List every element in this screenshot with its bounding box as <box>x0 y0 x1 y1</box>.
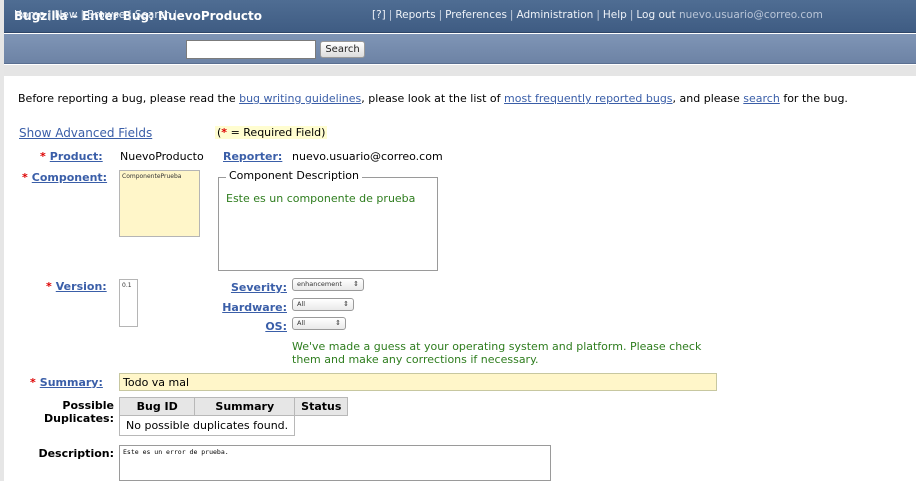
reporter-label-link[interactable]: Reporter: <box>223 150 282 163</box>
hardware-select[interactable]: All ⇕ <box>292 298 354 311</box>
intro-part: , please look at the list of <box>361 92 505 105</box>
intro-part: , and please <box>672 92 744 105</box>
component-option[interactable]: ComponentePrueba <box>120 171 199 182</box>
quick-search-button[interactable]: Search <box>320 41 365 58</box>
severity-label: Severity: <box>227 281 287 294</box>
nav-browse[interactable]: Browse <box>87 9 125 21</box>
nav-preferences[interactable]: Preferences <box>445 9 507 21</box>
nav-bar <box>4 34 916 64</box>
description-label: Description: <box>38 447 114 460</box>
required-star: * <box>22 171 28 184</box>
dup-header-bug-id: Bug ID <box>118 397 196 416</box>
summary-label-link[interactable]: Summary: <box>40 376 103 389</box>
nav-help[interactable]: Help <box>603 9 627 21</box>
dup-header-summary: Summary <box>194 397 296 416</box>
nav-reports[interactable]: Reports <box>395 9 435 21</box>
required-note-text: = Required Field) <box>230 126 326 139</box>
os-value: All <box>297 319 306 327</box>
duplicates-header-row: Bug ID Summary Status <box>118 397 349 416</box>
nav-logout[interactable]: Log out <box>636 9 675 21</box>
hardware-value: All <box>297 300 306 308</box>
duplicates-table: Bug ID Summary Status No possible duplic… <box>118 397 349 436</box>
dup-empty-message: No possible duplicates found. <box>118 415 296 436</box>
header-separator <box>4 65 916 76</box>
product-value: NuevoProducto <box>120 150 204 163</box>
required-star: * <box>40 150 46 163</box>
search-link[interactable]: search <box>743 92 780 105</box>
select-arrows-icon: ⇕ <box>353 280 359 288</box>
description-textarea[interactable]: Este es un error de prueba. <box>119 445 551 481</box>
component-label: * Component: <box>22 171 107 184</box>
reporter-value: nuevo.usuario@correo.com <box>292 150 443 163</box>
required-star: * <box>46 280 52 293</box>
version-label-link[interactable]: Version: <box>56 280 107 293</box>
summary-input[interactable]: Todo va mal <box>119 373 717 391</box>
severity-select[interactable]: enhancement ⇕ <box>292 278 364 291</box>
nav-links-right: [?] | Reports | Preferences | Administration | H… <box>372 9 823 21</box>
select-arrows-icon: ⇕ <box>343 300 349 308</box>
nav-links-left: Home | New | Browse | Search | <box>14 9 178 21</box>
reporter-label: Reporter: <box>223 150 282 163</box>
required-field-note: (* = Required Field) <box>215 126 328 139</box>
component-description-legend: Component Description <box>226 169 363 182</box>
intro-part: for the bug. <box>779 92 848 105</box>
component-description-text: Este es un componente de prueba <box>226 192 416 205</box>
bug-writing-guidelines-link[interactable]: bug writing guidelines <box>239 92 361 105</box>
component-label-link[interactable]: Component: <box>32 171 107 184</box>
required-star: * <box>221 126 228 139</box>
nav-user-email: nuevo.usuario@correo.com <box>679 9 823 21</box>
platform-guess-note: We've made a guess at your operating sys… <box>292 340 702 366</box>
quick-search-input[interactable] <box>186 40 316 59</box>
version-select[interactable]: 0.1 <box>119 279 138 327</box>
nav-administration[interactable]: Administration <box>516 9 593 21</box>
hardware-label-link[interactable]: Hardware: <box>222 301 287 314</box>
dup-header-status: Status <box>294 397 349 416</box>
os-select[interactable]: All ⇕ <box>292 317 346 330</box>
version-label: * Version: <box>46 280 107 293</box>
intro-part: Before reporting a bug, please read the <box>18 92 240 105</box>
nav-search[interactable]: Search <box>135 9 171 21</box>
frequent-bugs-link[interactable]: most frequently reported bugs <box>504 92 673 105</box>
possible-duplicates-label: Possible Duplicates: <box>44 399 114 425</box>
hardware-label: Hardware: <box>214 301 287 314</box>
nav-home[interactable]: Home <box>14 9 45 21</box>
product-label: * Product: <box>40 150 103 163</box>
version-option[interactable]: 0.1 <box>120 280 137 291</box>
intro-text: Before reporting a bug, please read the … <box>18 92 898 106</box>
severity-label-link[interactable]: Severity: <box>231 281 287 294</box>
nav-search-help[interactable]: [?] <box>372 9 386 21</box>
required-star: * <box>30 376 36 389</box>
nav-new[interactable]: New <box>55 9 78 21</box>
product-label-link[interactable]: Product: <box>50 150 103 163</box>
component-select[interactable]: ComponentePrueba <box>119 170 200 237</box>
os-label-link[interactable]: OS: <box>265 320 287 333</box>
summary-label: * Summary: <box>30 376 103 389</box>
select-arrows-icon: ⇕ <box>335 319 341 327</box>
os-label: OS: <box>254 320 287 333</box>
show-advanced-fields-link[interactable]: Show Advanced Fields <box>19 126 152 140</box>
dup-empty-cell <box>295 416 348 436</box>
table-row: No possible duplicates found. <box>118 415 348 436</box>
severity-value: enhancement <box>297 280 342 288</box>
